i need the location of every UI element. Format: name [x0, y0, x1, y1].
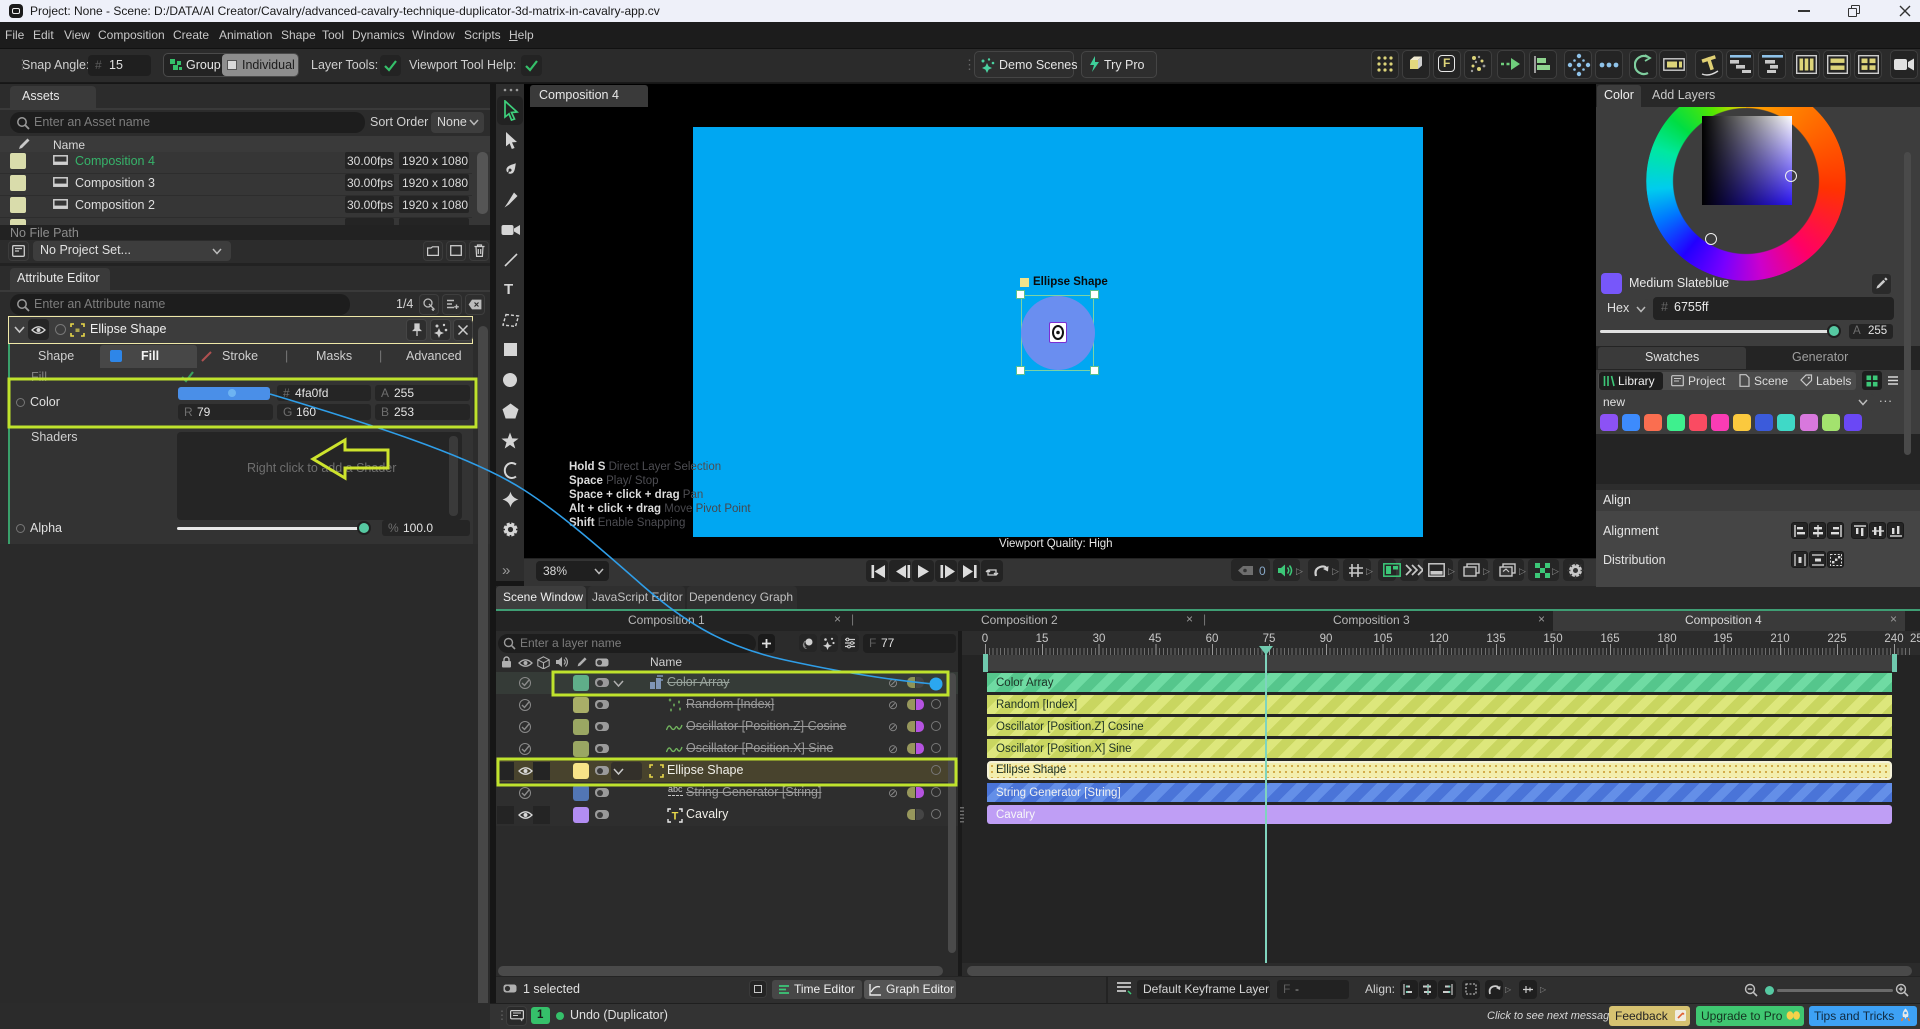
svg-text:T: T — [672, 811, 679, 823]
